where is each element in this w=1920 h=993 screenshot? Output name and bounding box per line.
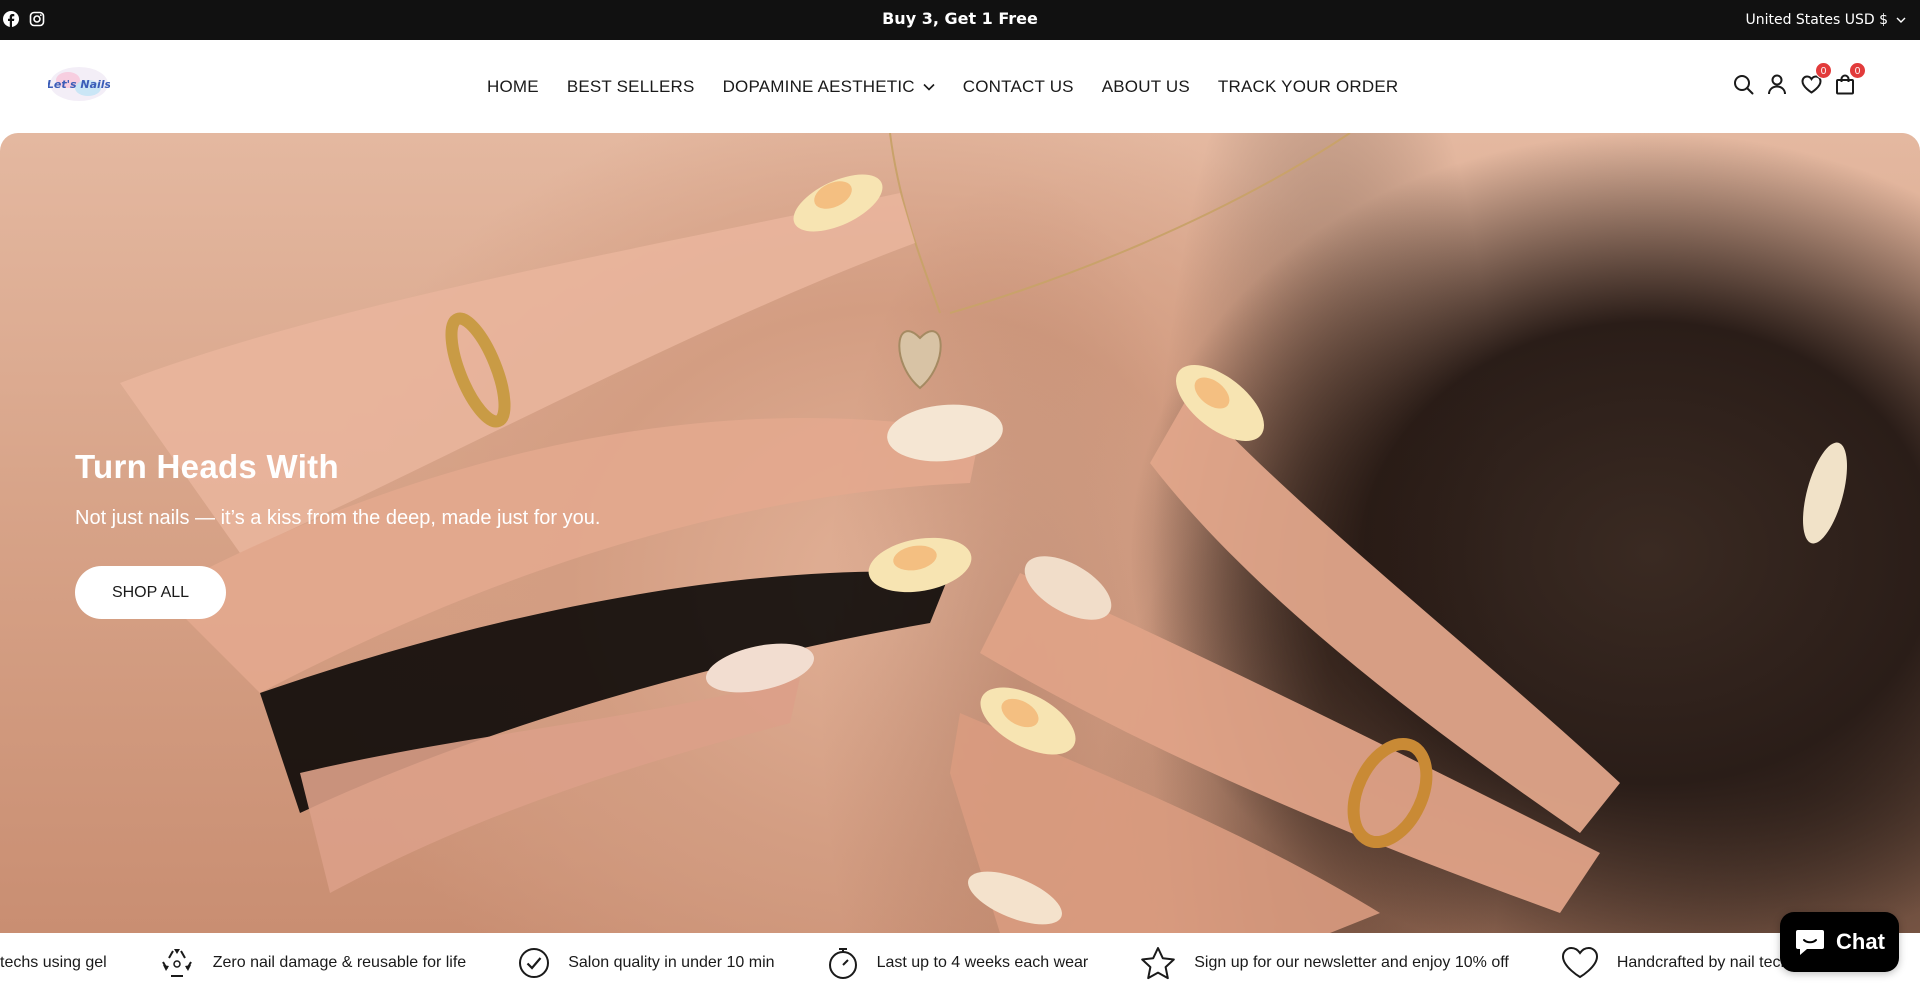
currency-selector[interactable]: United States USD $ [1745,0,1906,40]
account-icon[interactable] [1766,72,1788,96]
site-header: Let's Nails HOME BEST SELLERS DOPAMINE A… [0,40,1920,134]
chat-button[interactable]: Chat [1780,912,1899,972]
check-circle-icon [519,948,550,978]
marquee-item-text: techs using gel [0,954,107,971]
hero-photo-shapes [120,133,1847,933]
logo[interactable]: Let's Nails [47,62,112,106]
svg-text:Let's Nails: Let's Nails [48,78,110,91]
cart-count-badge: 0 [1849,62,1866,79]
wishlist-count-badge: 0 [1815,62,1832,79]
nav-home[interactable]: HOME [487,77,539,97]
marquee-item-text: Salon quality in under 10 min [568,954,775,971]
heart-icon [1561,946,1598,979]
marquee-item: Sign up for our newsletter and enjoy 10%… [1140,946,1509,980]
hero-heading: Turn Heads With [75,448,339,485]
marquee-item: techs using gel [0,954,107,972]
marquee-item: Salon quality in under 10 min [518,947,775,979]
timer-icon [828,948,857,979]
nav-contact-us[interactable]: CONTACT US [963,77,1074,97]
nav-about-us-label: ABOUT US [1101,77,1190,96]
marquee-item-text: Last up to 4 weeks each wear [876,954,1089,971]
marquee-item: Last up to 4 weeks each wear [827,946,1089,980]
hero-image [0,133,1920,933]
nav-contact-us-label: CONTACT US [962,77,1074,96]
currency-label: United States USD $ [1745,12,1888,28]
announcement-bar: Buy 3, Get 1 Free United States USD $ [0,0,1920,40]
nav-best-sellers[interactable]: BEST SELLERS [567,77,695,97]
chat-bubble-icon [1796,930,1825,955]
shop-all-button[interactable]: SHOP ALL [75,566,226,619]
hero-subheading: Not just nails — it’s a kiss from the de… [75,507,601,529]
marquee-item-text: Zero nail damage & reusable for life [212,954,467,971]
chat-label: Chat [1836,929,1885,954]
search-icon[interactable] [1732,72,1754,96]
nav-home-label: HOME [487,77,539,96]
recycle-icon [161,949,192,977]
cart-icon[interactable]: 0 [1834,62,1866,96]
hero-banner: Turn Heads With Not just nails — it’s a … [0,133,1920,933]
header-icons: 0 0 [1732,62,1866,96]
nav-dopamine-aesthetic-label: DOPAMINE AESTHETIC [722,77,915,96]
marquee-item: Zero nail damage & reusable for life [159,945,466,981]
chevron-down-icon [923,83,935,91]
nav-track-order[interactable]: TRACK YOUR ORDER [1218,77,1398,97]
nav-about-us[interactable]: ABOUT US [1102,77,1190,97]
nav-dopamine-aesthetic[interactable]: DOPAMINE AESTHETIC [723,77,935,97]
star-icon [1141,947,1176,980]
main-nav: HOME BEST SELLERS DOPAMINE AESTHETIC CON… [487,40,1426,134]
wishlist-icon[interactable]: 0 [1800,62,1832,96]
chevron-down-icon [1896,17,1906,23]
promo-text: Buy 3, Get 1 Free [882,9,1038,28]
nav-best-sellers-label: BEST SELLERS [566,77,695,96]
benefits-marquee: techs using gel Zero nail damage & reusa… [0,933,1920,993]
nav-track-order-label: TRACK YOUR ORDER [1217,77,1399,96]
marquee-item-text: Sign up for our newsletter and enjoy 10%… [1194,954,1509,971]
